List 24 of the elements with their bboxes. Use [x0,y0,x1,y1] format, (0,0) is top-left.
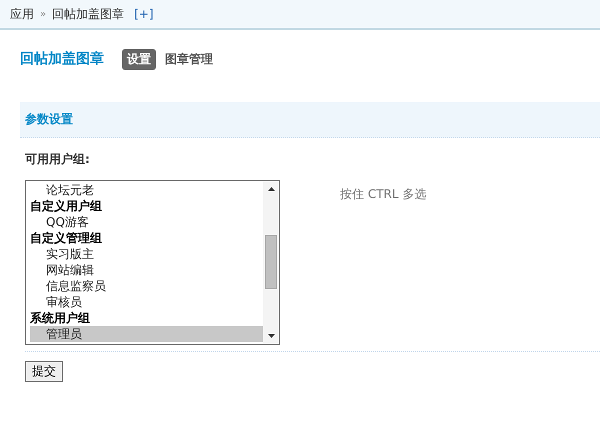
scroll-thumb[interactable] [265,235,277,289]
hint-text: 按住 CTRL 多选 [340,186,426,203]
list-option[interactable]: 管理员 [30,326,263,342]
group-heading: 自定义管理组 [29,230,103,246]
list-option[interactable]: 信息监察员 [26,278,263,294]
scrollbar[interactable] [263,181,279,344]
group-heading: 自定义用户组 [29,198,103,214]
tab[interactable]: 图章管理 [160,48,218,70]
submit-button[interactable]: 提交 [25,361,63,382]
breadcrumb-item[interactable]: 应用 [10,6,34,22]
list-option[interactable]: 网站编辑 [26,262,263,278]
page-title: 回帖加盖图章 [20,50,104,68]
tab[interactable]: 设置 [122,48,156,70]
group-heading: 系统用户组 [29,310,91,326]
breadcrumb-item: 回帖加盖图章 [52,6,124,22]
list-option[interactable]: 审核员 [26,294,263,310]
list-option[interactable]: QQ游客 [26,214,263,230]
section-title: 参数设置 [25,111,73,128]
field-label: 可用用户组: [25,151,91,165]
add-link[interactable]: [+] [134,7,154,21]
group-listbox[interactable]: 论坛元老 自定义用户组 QQ游客 自定义管理组 实习版主 网站编辑 信息监察员 审核员 系统用户组 管理员 [25,180,280,345]
breadcrumb-separator: » [40,8,46,20]
list-option[interactable]: 论坛元老 [26,182,263,198]
list-option[interactable]: 实习版主 [26,246,263,262]
